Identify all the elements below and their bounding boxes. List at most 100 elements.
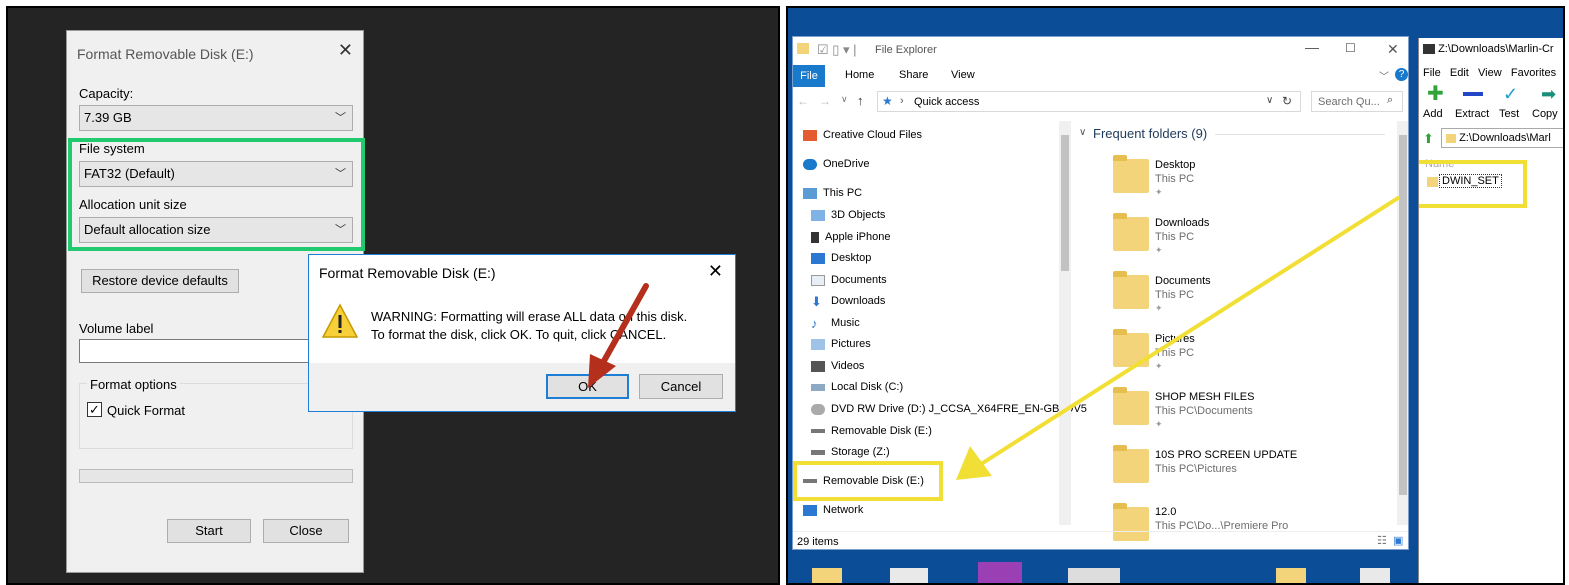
recent-chevron-icon[interactable]: ∨ xyxy=(841,94,848,105)
drive-icon xyxy=(811,383,825,391)
item-count: 29 items xyxy=(797,536,839,548)
search-icon: ⌕ xyxy=(1387,94,1394,106)
document-icon xyxy=(811,274,825,286)
nav-item-3d-objects[interactable]: 3D Objects xyxy=(811,209,885,221)
video-icon xyxy=(811,360,825,372)
address-box[interactable]: ★ › Quick access ∨ ↻ xyxy=(877,91,1301,112)
tab-view[interactable]: View xyxy=(951,69,975,81)
folder-desktop-sub: This PC xyxy=(1155,173,1195,185)
restore-defaults-button[interactable]: Restore device defaults xyxy=(81,269,239,293)
folder-icon[interactable] xyxy=(1276,568,1306,583)
capacity-label: Capacity: xyxy=(79,86,134,101)
up-arrow-icon[interactable]: ↑ xyxy=(857,93,864,108)
nav-item-downloads[interactable]: ⬇ Downloads xyxy=(811,293,885,309)
details-view-icon[interactable]: ☷ xyxy=(1377,534,1387,547)
nav-item-network[interactable]: Network xyxy=(803,504,863,516)
quick-format-label: Quick Format xyxy=(107,403,186,418)
nav-item-creative-cloud[interactable]: Creative Cloud Files xyxy=(803,129,922,141)
format-dialog-title: Format Removable Disk (E:) xyxy=(77,46,254,62)
tool-copy-label[interactable]: Copy xyxy=(1532,108,1558,120)
help-icon[interactable]: ? xyxy=(1395,68,1408,81)
collapse-chevron-icon[interactable]: ∨ xyxy=(1079,127,1086,138)
up-folder-icon[interactable]: ⬆ xyxy=(1423,132,1434,146)
nav-item-removable-disk[interactable]: Removable Disk (E:) xyxy=(811,425,932,437)
desktop-icon xyxy=(811,252,825,264)
close-icon[interactable]: ✕ xyxy=(338,41,353,59)
quick-format-checkbox[interactable]: ✓ xyxy=(87,402,102,417)
tool-extract-label[interactable]: Extract xyxy=(1455,108,1489,120)
file-icon[interactable] xyxy=(890,568,928,583)
image-icon[interactable] xyxy=(1068,568,1120,583)
winrar-path-box[interactable]: Z:\Downloads\Marl xyxy=(1441,128,1563,148)
tab-file[interactable]: File xyxy=(793,65,825,87)
nav-label: Network xyxy=(823,504,864,516)
start-button[interactable]: Start xyxy=(167,519,251,543)
usb-drive-icon xyxy=(811,429,825,433)
tool-test-label[interactable]: Test xyxy=(1499,108,1519,120)
nav-item-storage[interactable]: Storage (Z:) xyxy=(811,446,890,458)
forward-arrow-icon[interactable]: → xyxy=(819,94,831,108)
capacity-select[interactable]: 7.39 GB ﹀ xyxy=(79,105,353,131)
menu-edit[interactable]: Edit xyxy=(1450,67,1469,79)
desktop-icons-strip xyxy=(788,554,1563,583)
nav-item-videos[interactable]: Videos xyxy=(811,360,864,372)
address-bar-row: ← → ∨ ↑ ★ › Quick access ∨ ↻ Search Qu..… xyxy=(793,91,1408,113)
dvd-icon xyxy=(811,403,825,415)
network-icon xyxy=(803,504,817,516)
nav-label: Apple iPhone xyxy=(825,231,891,243)
menu-view[interactable]: View xyxy=(1478,67,1502,79)
search-box[interactable]: Search Qu... ⌕ xyxy=(1311,91,1403,112)
creative-cloud-icon xyxy=(803,129,817,141)
nav-label: Videos xyxy=(831,360,865,372)
close-button[interactable]: Close xyxy=(263,519,349,543)
back-arrow-icon[interactable]: ← xyxy=(797,94,809,108)
close-icon[interactable]: ✕ xyxy=(708,261,723,281)
cube-icon xyxy=(811,209,825,221)
tab-share[interactable]: Share xyxy=(899,69,928,81)
tab-home[interactable]: Home xyxy=(845,69,874,81)
nav-item-desktop[interactable]: Desktop xyxy=(811,252,871,264)
nav-label: Storage (Z:) xyxy=(831,446,890,458)
nav-item-documents[interactable]: Documents xyxy=(811,274,887,286)
nav-item-local-disk[interactable]: Local Disk (C:) xyxy=(811,381,903,393)
download-icon: ⬇ xyxy=(811,293,822,309)
title-bar: ☑ ▯ ▾ | File Explorer — ☐ ✕ xyxy=(793,37,1408,63)
nav-item-onedrive[interactable]: OneDrive xyxy=(803,158,869,170)
nav-item-pictures[interactable]: Pictures xyxy=(811,338,871,350)
app-icon[interactable] xyxy=(978,562,1022,583)
tiles-view-icon[interactable]: ▣ xyxy=(1393,534,1403,547)
highlight-box-yellow xyxy=(793,461,943,501)
menu-file[interactable]: File xyxy=(1423,67,1441,79)
chevron-down-icon[interactable]: ﹀ xyxy=(1379,68,1389,83)
section-title: Frequent folders (9) xyxy=(1093,126,1208,141)
file-icon[interactable] xyxy=(1360,568,1390,583)
network-drive-icon xyxy=(811,449,825,455)
maximize-icon[interactable]: ☐ xyxy=(1345,41,1356,55)
copy-icon[interactable]: ➡ xyxy=(1541,84,1556,104)
menu-favorites[interactable]: Favorites xyxy=(1511,67,1556,79)
tool-add-label[interactable]: Add xyxy=(1423,108,1443,120)
nav-item-music[interactable]: ♪ Music xyxy=(811,315,860,331)
nav-item-apple-iphone[interactable]: Apple iPhone xyxy=(811,231,890,243)
highlight-box-green xyxy=(68,138,365,251)
refresh-icon[interactable]: ↻ xyxy=(1282,94,1292,108)
chevron-down-icon: ∨ xyxy=(1266,95,1274,106)
extract-icon[interactable] xyxy=(1463,92,1483,96)
minimize-icon[interactable]: — xyxy=(1305,39,1319,55)
test-icon[interactable]: ✓ xyxy=(1503,84,1518,104)
music-icon: ♪ xyxy=(811,315,818,331)
yellow-arrow-annotation xyxy=(956,196,1400,480)
search-placeholder: Search Qu... xyxy=(1318,96,1380,108)
qat-icons[interactable]: ☑ ▯ ▾ | xyxy=(817,42,857,58)
folder-desktop-name[interactable]: Desktop xyxy=(1155,159,1195,171)
folder-icon[interactable] xyxy=(812,568,842,583)
nav-label: Documents xyxy=(831,274,887,286)
add-icon[interactable]: ✚ xyxy=(1427,84,1444,104)
nav-label: OneDrive xyxy=(823,158,870,170)
winrar-path: Z:\Downloads\Marl xyxy=(1459,132,1551,144)
close-icon[interactable]: ✕ xyxy=(1387,41,1399,58)
section-divider xyxy=(1215,134,1385,135)
nav-label: Creative Cloud Files xyxy=(823,129,923,141)
folder-12-name[interactable]: 12.0 xyxy=(1155,506,1176,518)
nav-item-this-pc[interactable]: This PC xyxy=(803,187,862,199)
